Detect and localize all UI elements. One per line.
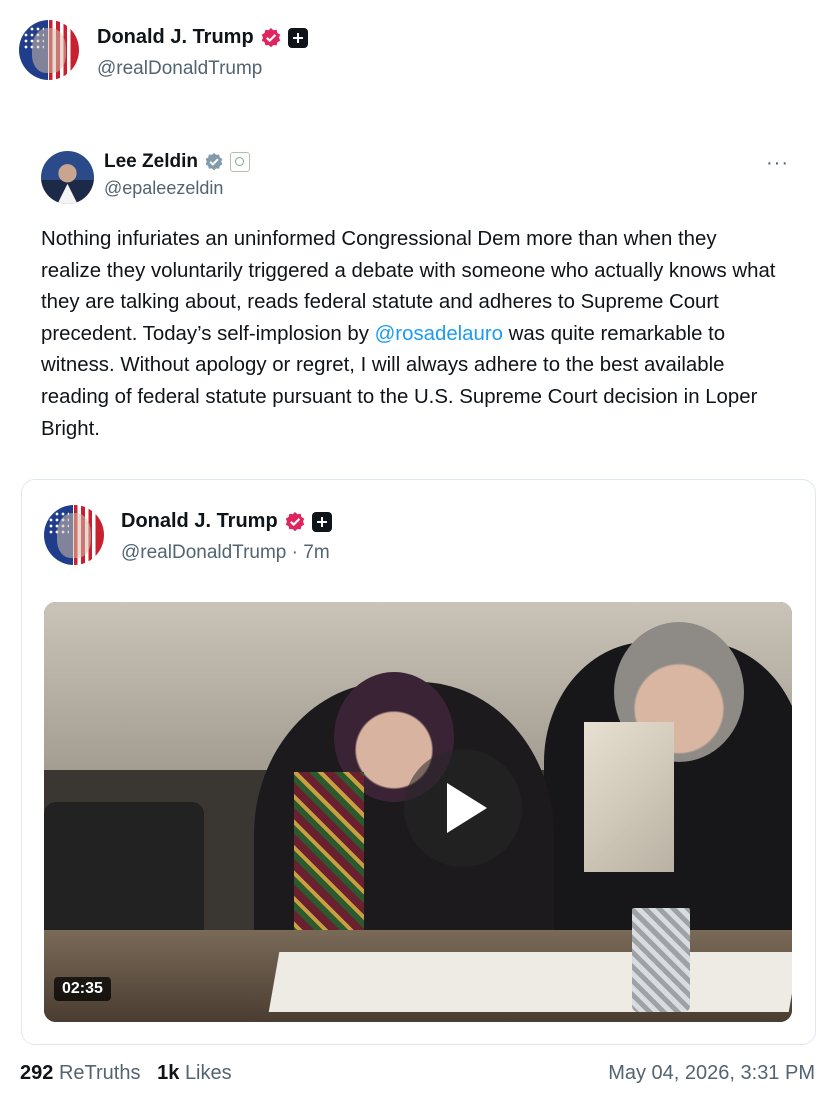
video-duration: 02:35 bbox=[54, 977, 111, 1001]
quoted-author-name[interactable]: Donald J. Trump bbox=[121, 510, 278, 533]
embedded-author-name[interactable]: Lee Zeldin bbox=[104, 151, 198, 173]
likes-count[interactable]: 1k bbox=[157, 1062, 179, 1084]
author-name-row: Donald J. Trump bbox=[97, 26, 308, 49]
video-papers bbox=[268, 952, 792, 1012]
play-icon[interactable] bbox=[404, 749, 522, 867]
plus-badge-icon bbox=[287, 27, 308, 48]
video-scarf-right bbox=[584, 722, 674, 872]
embedded-author-handle[interactable]: @epaleezeldin bbox=[104, 178, 223, 199]
embedded-author-name-row: Lee Zeldin bbox=[104, 151, 250, 173]
quoted-time-ago: · 7m bbox=[291, 542, 330, 563]
post-stats: 292 ReTruths 1k Likes bbox=[20, 1062, 232, 1085]
author-avatar[interactable] bbox=[19, 20, 79, 80]
verified-badge-icon bbox=[284, 511, 306, 533]
retruths-label[interactable]: ReTruths bbox=[59, 1062, 141, 1084]
author-name[interactable]: Donald J. Trump bbox=[97, 26, 254, 49]
embedded-author-avatar[interactable] bbox=[41, 151, 94, 204]
mention-link[interactable]: @rosadelauro bbox=[375, 323, 503, 345]
quoted-author-handle-row: @realDonaldTrump · 7m bbox=[121, 542, 330, 564]
quoted-author-avatar[interactable] bbox=[44, 505, 104, 565]
video-cup bbox=[632, 908, 690, 1012]
video-player[interactable]: 02:35 bbox=[44, 602, 792, 1022]
more-icon[interactable]: ··· bbox=[766, 152, 789, 175]
quoted-author-name-row: Donald J. Trump bbox=[121, 510, 332, 533]
verified-badge-icon bbox=[260, 27, 282, 49]
likes-label[interactable]: Likes bbox=[185, 1062, 232, 1084]
quoted-author-handle[interactable]: @realDonaldTrump bbox=[121, 542, 286, 563]
plus-badge-icon bbox=[311, 511, 332, 532]
post-timestamp[interactable]: May 04, 2026, 3:31 PM bbox=[608, 1062, 815, 1085]
embedded-tweet-text: Nothing infuriates an uninformed Congres… bbox=[41, 224, 781, 445]
author-handle[interactable]: @realDonaldTrump bbox=[97, 58, 262, 80]
agency-seal-icon bbox=[229, 152, 250, 172]
retruths-count[interactable]: 292 bbox=[20, 1062, 53, 1084]
gray-verified-icon bbox=[204, 152, 224, 172]
